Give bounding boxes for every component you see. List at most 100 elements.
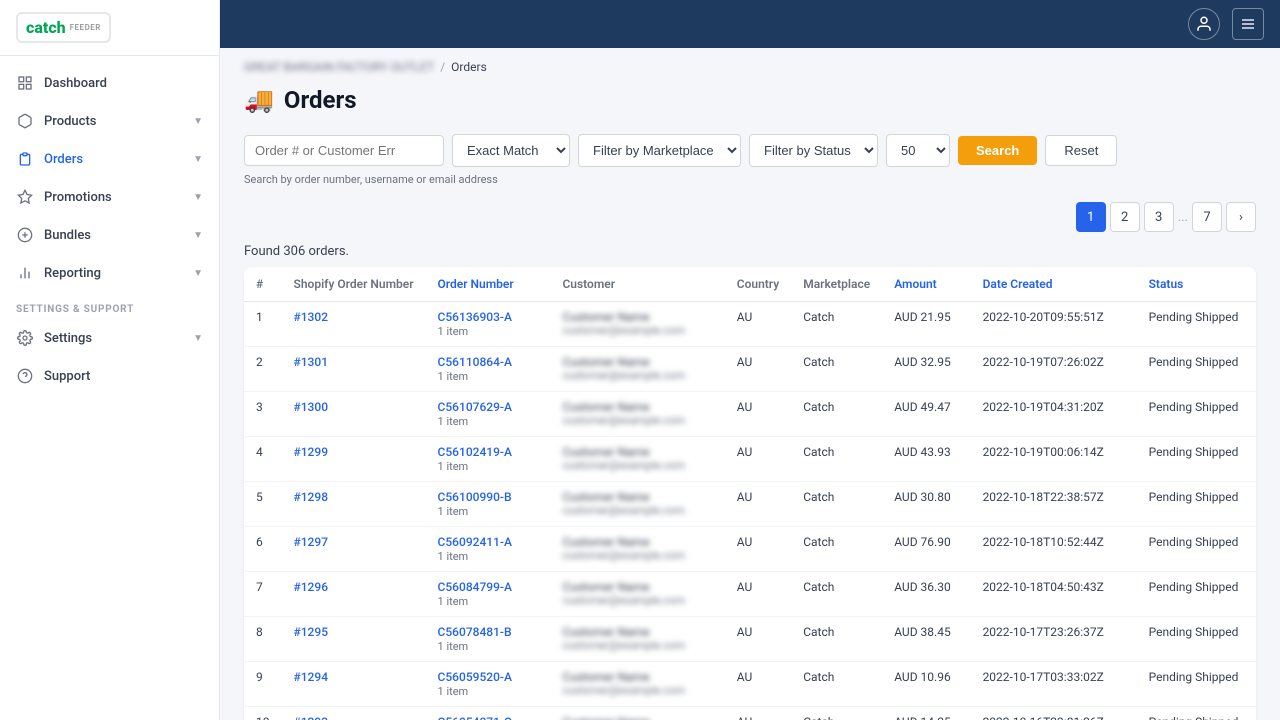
col-amount[interactable]: Amount xyxy=(882,267,970,302)
cell-status: Pending Shipped xyxy=(1137,347,1256,392)
shopify-order-link[interactable]: #1293 xyxy=(294,715,329,720)
search-button[interactable]: Search xyxy=(958,136,1037,165)
cell-amount: AUD 10.96 xyxy=(882,662,970,707)
cell-date: 2022-10-19T07:26:02Z xyxy=(971,347,1137,392)
order-number-link[interactable]: C56107629-A xyxy=(438,400,512,414)
shopify-order-link[interactable]: #1300 xyxy=(294,400,329,414)
cell-customer: Customer Name customer@example.com xyxy=(550,662,724,707)
cell-shopify: #1299 xyxy=(282,437,426,482)
cell-num: 2 xyxy=(244,347,282,392)
page-btn-2[interactable]: 2 xyxy=(1110,202,1140,232)
sidebar-item-reporting[interactable]: Reporting ▼ xyxy=(0,254,219,292)
customer-email: customer@example.com xyxy=(562,414,712,427)
sidebar-item-support[interactable]: Support xyxy=(0,357,219,395)
filters-row: Exact Match Partial Match Filter by Mark… xyxy=(244,134,1256,167)
cell-amount: AUD 21.95 xyxy=(882,302,970,347)
cell-date: 2022-10-17T23:26:37Z xyxy=(971,617,1137,662)
shopify-order-link[interactable]: #1298 xyxy=(294,490,329,504)
item-count: 1 item xyxy=(438,685,469,698)
reset-button[interactable]: Reset xyxy=(1045,135,1117,166)
col-date[interactable]: Date Created xyxy=(971,267,1137,302)
status-select[interactable]: Filter by Status xyxy=(749,134,878,167)
cell-shopify: #1293 xyxy=(282,707,426,720)
cell-country: AU xyxy=(725,662,791,707)
sidebar-item-orders[interactable]: Orders ▼ xyxy=(0,140,219,178)
table-row: 8 #1295 C56078481-B 1 item Customer Name… xyxy=(244,617,1256,662)
per-page-select[interactable]: 50 25 100 xyxy=(886,134,950,167)
cell-customer: Customer Name customer@example.com xyxy=(550,707,724,720)
status-badge: Pending Shipped xyxy=(1149,490,1239,504)
sidebar-item-bundles[interactable]: Bundles ▼ xyxy=(0,216,219,254)
order-number-link[interactable]: C56100990-B xyxy=(438,490,512,504)
cell-customer: Customer Name customer@example.com xyxy=(550,347,724,392)
truck-icon: 🚚 xyxy=(244,86,274,114)
sidebar-item-dashboard[interactable]: Dashboard xyxy=(0,64,219,102)
page-btn-3[interactable]: 3 xyxy=(1144,202,1174,232)
sidebar-item-settings[interactable]: Settings ▼ xyxy=(0,319,219,357)
cell-date: 2022-10-18T04:50:43Z xyxy=(971,572,1137,617)
sidebar-item-products[interactable]: Products ▼ xyxy=(0,102,219,140)
shopify-order-link[interactable]: #1294 xyxy=(294,670,329,684)
status-badge: Pending Shipped xyxy=(1149,535,1239,549)
shopify-order-link[interactable]: #1299 xyxy=(294,445,329,459)
col-customer: Customer xyxy=(550,267,724,302)
logo-feeder: FEEDER xyxy=(70,23,101,32)
orders-table: # Shopify Order Number Order Number Cust… xyxy=(244,267,1256,720)
order-number-link[interactable]: C56059520-A xyxy=(438,670,512,684)
cell-status: Pending Shipped xyxy=(1137,707,1256,720)
page-btn-1[interactable]: 1 xyxy=(1076,202,1106,232)
page-btn-7[interactable]: 7 xyxy=(1192,202,1222,232)
order-number-link[interactable]: C56136903-A xyxy=(438,310,512,324)
customer-email: customer@example.com xyxy=(562,594,712,607)
order-number-link[interactable]: C56102419-A xyxy=(438,445,512,459)
logo[interactable]: catch FEEDER xyxy=(16,12,111,43)
topbar xyxy=(220,0,1280,48)
match-type-select[interactable]: Exact Match Partial Match xyxy=(452,134,570,167)
cell-status: Pending Shipped xyxy=(1137,527,1256,572)
cell-order: C56102419-A 1 item xyxy=(426,437,551,482)
cell-date: 2022-10-18T22:38:57Z xyxy=(971,482,1137,527)
col-status[interactable]: Status xyxy=(1137,267,1256,302)
cell-customer: Customer Name customer@example.com xyxy=(550,302,724,347)
cell-country: AU xyxy=(725,482,791,527)
cell-num: 3 xyxy=(244,392,282,437)
marketplace-select[interactable]: Filter by Marketplace xyxy=(578,134,741,167)
page-header: 🚚 Orders xyxy=(244,82,1256,114)
shopify-order-link[interactable]: #1297 xyxy=(294,535,329,549)
cell-shopify: #1301 xyxy=(282,347,426,392)
col-order[interactable]: Order Number xyxy=(426,267,551,302)
cell-country: AU xyxy=(725,392,791,437)
order-number-link[interactable]: C56084799-A xyxy=(438,580,512,594)
cell-num: 6 xyxy=(244,527,282,572)
item-count: 1 item xyxy=(438,595,469,608)
breadcrumb-current: Orders xyxy=(451,60,487,74)
col-shopify: Shopify Order Number xyxy=(282,267,426,302)
order-number-link[interactable]: C56092411-A xyxy=(438,535,512,549)
search-input[interactable] xyxy=(244,135,444,166)
shopify-order-link[interactable]: #1301 xyxy=(294,355,329,369)
sidebar: catch FEEDER Dashboard Products ▼ xyxy=(0,0,220,720)
customer-email: customer@example.com xyxy=(562,684,712,697)
order-number-link[interactable]: C56054071-C xyxy=(438,715,512,720)
products-icon xyxy=(16,112,34,130)
shopify-order-link[interactable]: #1302 xyxy=(294,310,329,324)
shopify-order-link[interactable]: #1295 xyxy=(294,625,329,639)
menu-icon[interactable] xyxy=(1232,8,1264,40)
shopify-order-link[interactable]: #1296 xyxy=(294,580,329,594)
cell-customer: Customer Name customer@example.com xyxy=(550,392,724,437)
cell-marketplace: Catch xyxy=(791,347,882,392)
cell-amount: AUD 14.25 xyxy=(882,707,970,720)
page-next-btn[interactable]: › xyxy=(1226,202,1256,232)
item-count: 1 item xyxy=(438,325,469,338)
cell-status: Pending Shipped xyxy=(1137,392,1256,437)
cell-date: 2022-10-16T23:01:26Z xyxy=(971,707,1137,720)
sidebar-item-promotions[interactable]: Promotions ▼ xyxy=(0,178,219,216)
cell-shopify: #1302 xyxy=(282,302,426,347)
cell-order: C56110864-A 1 item xyxy=(426,347,551,392)
cell-customer: Customer Name customer@example.com xyxy=(550,572,724,617)
user-icon[interactable] xyxy=(1188,8,1220,40)
cell-marketplace: Catch xyxy=(791,572,882,617)
cell-status: Pending Shipped xyxy=(1137,437,1256,482)
order-number-link[interactable]: C56110864-A xyxy=(438,355,512,369)
order-number-link[interactable]: C56078481-B xyxy=(438,625,512,639)
